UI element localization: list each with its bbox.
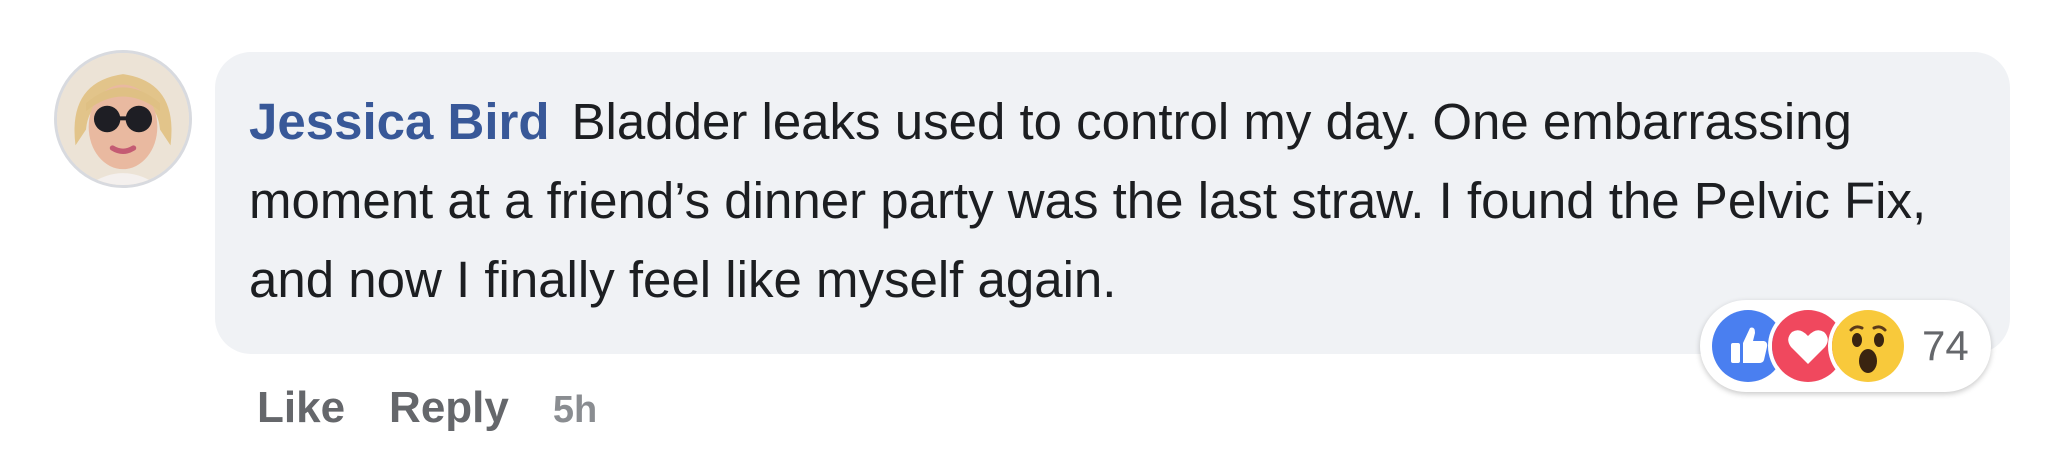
reactions-summary[interactable]: 74	[1700, 300, 1991, 392]
user-avatar-photo-icon	[57, 53, 189, 185]
wow-icon	[1828, 306, 1908, 386]
timestamp-link[interactable]: 5h	[553, 389, 597, 432]
comment: Jessica Bird Bladder leaks used to contro…	[0, 0, 2048, 454]
reaction-count: 74	[1922, 322, 1969, 369]
like-button[interactable]: Like	[257, 383, 345, 433]
comment-actions: Like Reply 5h	[257, 383, 597, 433]
reply-button[interactable]: Reply	[389, 383, 509, 433]
author-name-link[interactable]: Jessica Bird	[249, 93, 550, 150]
comment-body: Jessica Bird Bladder leaks used to contro…	[249, 82, 1959, 319]
avatar[interactable]	[54, 50, 192, 188]
